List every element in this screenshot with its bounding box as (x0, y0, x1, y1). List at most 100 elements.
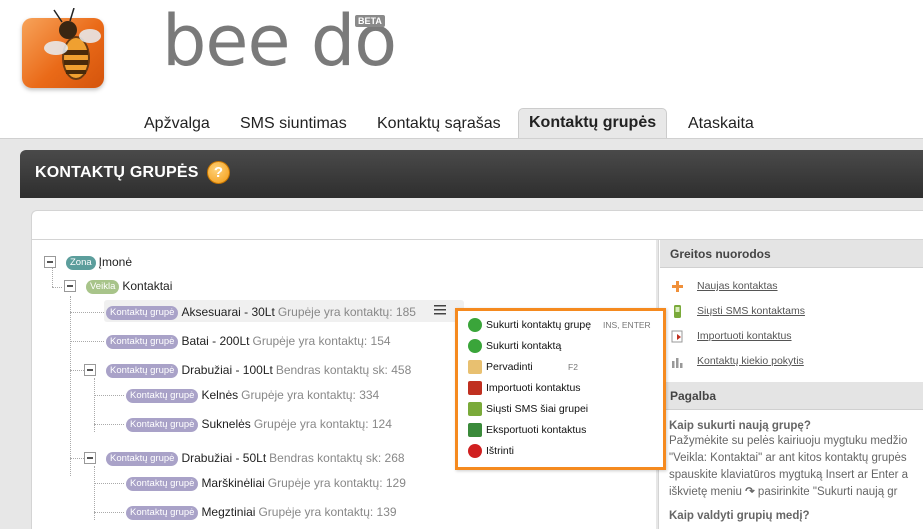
export-icon (468, 423, 482, 437)
link-label: Importuoti kontaktus (697, 330, 792, 342)
edit-icon (468, 360, 482, 374)
menu-item-label: Eksportuoti kontaktus (486, 424, 587, 436)
help-title: Pagalba (660, 382, 923, 410)
link-label: Naujas kontaktas (697, 280, 778, 292)
tab-ataskaita[interactable]: Ataskaita (678, 110, 764, 140)
node-name: Batai - 200Lt (181, 334, 250, 348)
tree-node-group[interactable]: Kontaktų grupė Marškinėliai Grupėje yra ko… (126, 474, 406, 492)
node-name: Įmonė (98, 255, 133, 269)
badge-grupe: Kontaktų grupė (126, 477, 199, 491)
tab-apzvalga[interactable]: Apžvalga (134, 110, 220, 140)
badge-zona: Zona (66, 256, 96, 270)
badge-grupe: Kontaktų grupė (126, 389, 199, 403)
tab-kontaktu-grupes[interactable]: Kontaktų grupės (518, 108, 668, 140)
tree-node-root[interactable]: Zona Įmonė (66, 253, 132, 271)
node-meta: Bendras kontaktų sk: 268 (269, 451, 405, 465)
node-meta: Grupėje yra kontaktų: 129 (267, 476, 406, 490)
help-icon[interactable]: ? (207, 161, 230, 184)
menu-item-istrinti[interactable]: Ištrinti (468, 441, 514, 461)
collapse-toggle-drabuziai-100[interactable] (84, 364, 96, 376)
phone-icon (674, 305, 681, 318)
badge-grupe: Kontaktų grupė (106, 452, 179, 466)
add-icon (468, 318, 482, 332)
menu-item-sukurti-kontakta[interactable]: Sukurti kontaktą (468, 336, 561, 356)
node-name: Aksesuarai - 30Lt (181, 305, 275, 319)
link-label: Kontaktų kiekio pokytis (697, 355, 804, 367)
node-meta: Bendras kontaktų sk: 458 (275, 363, 412, 377)
delete-icon (468, 444, 482, 458)
menu-item-label: Siųsti SMS šiai grupei (486, 403, 589, 415)
arrow-icon: ↷ (745, 486, 755, 498)
node-meta: Grupėje yra kontaktų: 124 (253, 417, 392, 431)
badge-grupe: Kontaktų grupė (106, 335, 179, 349)
tree-node-group[interactable]: Kontaktų grupė Aksesuarai - 30Lt Grupėje y… (106, 303, 416, 321)
help-question: Kaip sukurti naują grupę? (669, 420, 811, 432)
badge-veikla: Veikla (86, 280, 120, 294)
node-name: Drabužiai - 100Lt (181, 363, 273, 377)
page-title-bar: KONTAKTŲ GRUPĖS ? (20, 150, 923, 198)
collapse-toggle-drabuziai-50[interactable] (84, 452, 96, 464)
nav-divider (0, 138, 923, 150)
menu-item-shortcut: F2 (568, 362, 578, 372)
node-name: Megztiniai (201, 505, 256, 519)
menu-item-label: Sukurti kontaktų grupę (486, 319, 592, 331)
node-name: Drabužiai - 50Lt (181, 451, 267, 465)
panel-toolbar (31, 210, 923, 240)
tree-node-group[interactable]: Kontaktų grupė Drabužiai - 50Lt Bendras ko… (106, 449, 405, 467)
collapse-toggle-kontaktai[interactable] (64, 280, 76, 292)
chart-icon (672, 358, 683, 368)
menu-item-label: Importuoti kontaktus (486, 382, 581, 394)
menu-item-shortcut: INS, ENTER (603, 320, 651, 330)
import-icon (468, 381, 482, 395)
node-meta: Grupėje yra kontaktų: 139 (258, 505, 397, 519)
add-icon (468, 339, 482, 353)
tab-kontaktu-sarasas[interactable]: Kontaktų sąrašas (367, 110, 511, 140)
tree-node-group[interactable]: Kontaktų grupė Batai - 200Lt Grupėje yra k… (106, 332, 391, 350)
context-menu: Sukurti kontaktų grupę INS, ENTER Sukurt… (455, 308, 666, 470)
header: bee do BETA Apžvalga SMS siuntimas Konta… (0, 0, 923, 140)
node-name: Suknelės (201, 417, 251, 431)
badge-grupe: Kontaktų grupė (126, 506, 199, 520)
main-nav: Apžvalga SMS siuntimas Kontaktų sąrašas … (0, 106, 923, 140)
link-naujas-kontaktas[interactable]: Naujas kontaktas (659, 274, 923, 299)
link-label: Siųsti SMS kontaktams (697, 305, 805, 317)
tree-node-group[interactable]: Kontaktų grupė Megztiniai Grupėje yra kont… (126, 503, 397, 521)
menu-item-pervadinti[interactable]: Pervadinti F2 (468, 357, 578, 377)
node-meta: Grupėje yra kontaktų: 185 (277, 305, 416, 319)
help-text-part: iškvietę meniu (669, 486, 742, 498)
collapse-toggle-root[interactable] (44, 256, 56, 268)
menu-item-eksportuoti[interactable]: Eksportuoti kontaktus (468, 420, 586, 440)
node-name: Kelnės (201, 388, 239, 402)
tab-sms-siuntimas[interactable]: SMS siuntimas (230, 110, 357, 140)
help-question: Kaip valdyti grupių medį? (669, 510, 810, 522)
menu-item-siusti-sms[interactable]: Siųsti SMS šiai grupei (468, 399, 588, 419)
context-menu-icon[interactable] (434, 305, 446, 315)
sidebar: Greitos nuorodos Naujas kontaktas Siųsti… (658, 240, 923, 529)
tree-node-kontaktai[interactable]: Veikla Kontaktai (86, 277, 172, 295)
tree-node-group[interactable]: Kontaktų grupė Drabužiai - 100Lt Bendras k… (106, 361, 411, 379)
add-contact-icon (672, 281, 683, 292)
tree-node-group[interactable]: Kontaktų grupė Suknelės Grupėje yra kontak… (126, 415, 392, 433)
menu-item-sukurti-grupe[interactable]: Sukurti kontaktų grupę INS, ENTER (468, 315, 651, 335)
phone-icon (468, 402, 482, 416)
link-importuoti[interactable]: Importuoti kontaktus (659, 324, 923, 349)
node-name: Kontaktai (122, 279, 173, 293)
menu-item-importuoti[interactable]: Importuoti kontaktus (468, 378, 581, 398)
help-text: "Veikla: Kontaktai" ar ant kitos kontakt… (669, 452, 907, 464)
import-icon (671, 330, 683, 343)
badge-grupe: Kontaktų grupė (126, 418, 199, 432)
help-text: spauskite klaviatūros mygtuką Insert ar … (669, 469, 909, 481)
quick-links-title: Greitos nuorodos (660, 240, 923, 268)
beta-badge: BETA (355, 15, 385, 27)
help-text: Pažymėkite su pelės kairiuoju mygtuku me… (669, 435, 908, 447)
node-meta: Grupėje yra kontaktų: 334 (241, 388, 380, 402)
tree-node-group[interactable]: Kontaktų grupė Kelnės Grupėje yra kontaktų… (126, 386, 379, 404)
node-name: Marškinėliai (201, 476, 265, 490)
help-text: iškvietę meniu ↷ pasirinkite "Sukurti na… (659, 483, 923, 500)
bee-logo-icon[interactable] (22, 8, 104, 88)
badge-grupe: Kontaktų grupė (106, 364, 179, 378)
node-meta: Grupėje yra kontaktų: 154 (252, 334, 391, 348)
link-kontaktu-kiekio-pokytis[interactable]: Kontaktų kiekio pokytis (659, 349, 923, 374)
badge-grupe: Kontaktų grupė (106, 306, 179, 320)
link-siusti-sms[interactable]: Siųsti SMS kontaktams (659, 299, 923, 324)
